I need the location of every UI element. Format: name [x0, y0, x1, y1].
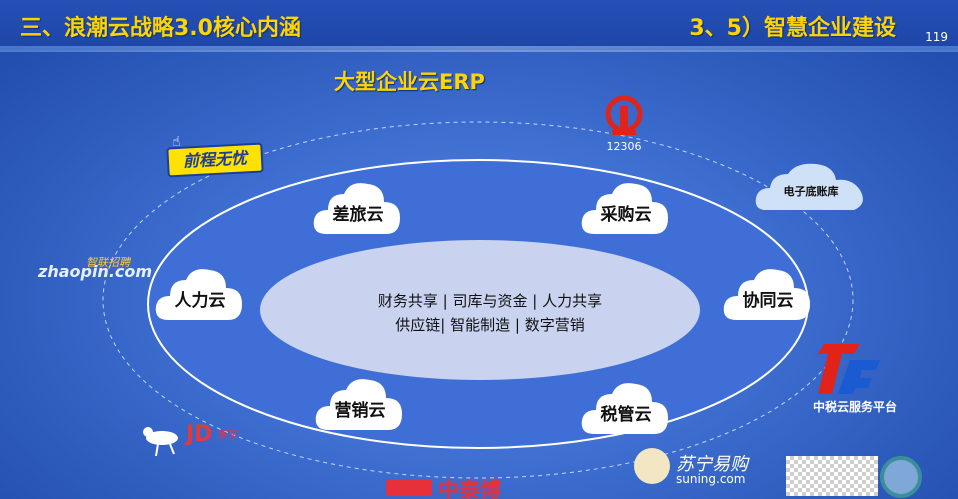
logo-tax-platform[interactable]: 中税云服务平台	[790, 340, 920, 420]
cloud-label: 采购云	[600, 205, 652, 225]
cloud-hr[interactable]: 人力云	[152, 262, 248, 326]
logo-12306-text: 12306	[606, 140, 642, 153]
cloud-label: 营销云	[334, 401, 386, 421]
railway-icon	[605, 95, 643, 135]
logo-suning-en: suning.com	[676, 472, 746, 486]
cloud-procurement[interactable]: 采购云	[578, 176, 674, 240]
transparency-placeholder	[786, 456, 878, 496]
slide: 三、浪潮云战略3.0核心内涵 3、5）智慧企业建设 119 大型企业云ERP 财…	[0, 0, 958, 499]
cloud-marketing[interactable]: 营销云	[312, 372, 408, 436]
suning-lion-icon	[634, 448, 670, 484]
logo-suning[interactable]: 苏宁易购 suning.com	[634, 446, 794, 492]
cloud-tax[interactable]: 税管云	[578, 376, 674, 440]
logo-zhaopin[interactable]: 智联招聘 zhaopin.com	[38, 256, 152, 290]
cloud-label: 人力云	[174, 291, 226, 311]
cloud-label: 协同云	[742, 291, 794, 311]
core-line-2: 供应链| 智能制造 | 数字营销	[395, 316, 585, 334]
erp-title: 大型企业云ERP	[334, 70, 485, 94]
logo-zhongtai-text: 中泰博	[438, 478, 501, 499]
cloud-collab[interactable]: 协同云	[720, 262, 816, 326]
logo-51job-text: 前程无忧	[182, 148, 248, 171]
cloud-label: 税管云	[600, 405, 652, 425]
logo-e-ledger[interactable]: 电子底账库	[752, 158, 870, 214]
logo-12306[interactable]: 12306	[594, 92, 654, 156]
cloud-label: 差旅云	[332, 205, 384, 225]
logo-jd-text: JD	[186, 422, 213, 447]
logo-jd[interactable]: JD 京东	[140, 420, 260, 464]
logo-tax-platform-text: 中税云服务平台	[812, 400, 897, 414]
jd-dog-icon	[143, 427, 178, 457]
tax-platform-icon	[818, 344, 880, 394]
logo-zhongtai-tag	[386, 480, 432, 496]
logo-e-ledger-text: 电子底账库	[783, 185, 839, 198]
logo-zhaopin-cn: 智联招聘	[86, 256, 130, 269]
core-line-1: 财务共享 | 司库与资金 | 人力共享	[377, 292, 603, 310]
cloud-travel[interactable]: 差旅云	[310, 176, 406, 240]
logo-51job[interactable]: 前程无忧	[166, 142, 264, 178]
floating-circle-button[interactable]	[880, 456, 922, 498]
logo-jd-cn: 京东	[218, 430, 238, 441]
logo-zhongtai[interactable]: 中泰博	[386, 474, 526, 499]
